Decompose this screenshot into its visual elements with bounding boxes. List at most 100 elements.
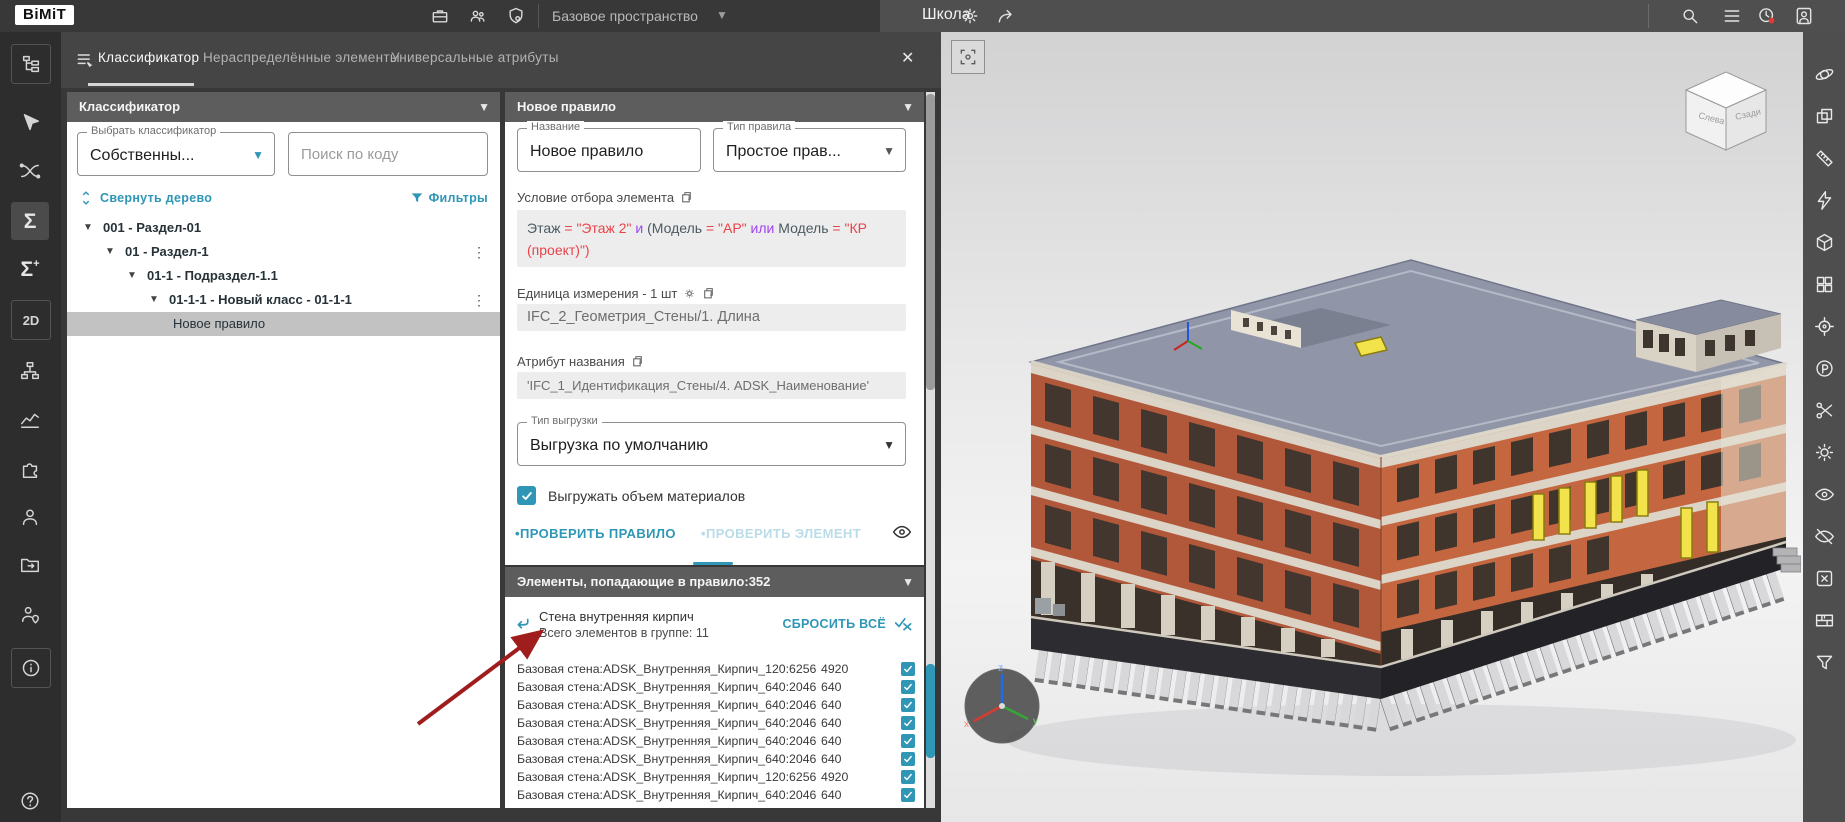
- checkbox-checked[interactable]: [901, 770, 915, 784]
- gear-small-icon[interactable]: [683, 287, 696, 300]
- copy-icon[interactable]: [631, 355, 644, 368]
- checkbox-checked[interactable]: [901, 788, 915, 802]
- model-tree-icon[interactable]: [11, 44, 51, 84]
- search-icon[interactable]: [1680, 6, 1702, 28]
- element-row[interactable]: Базовая стена:ADSK_Внутренняя_Кирпич_640…: [505, 786, 924, 804]
- eye-preview-icon[interactable]: [892, 522, 912, 542]
- viewport-3d[interactable]: Слева Сзади z x y: [941, 32, 1803, 822]
- copy-icon[interactable]: [680, 191, 693, 204]
- cut-icon[interactable]: [1806, 392, 1842, 428]
- section-box-icon[interactable]: [1806, 98, 1842, 134]
- user-icon[interactable]: [11, 498, 49, 536]
- element-row[interactable]: Базовая стена:ADSK_Внутренняя_Кирпич_640…: [505, 714, 924, 732]
- axis-gizmo[interactable]: z x y: [956, 660, 1048, 752]
- tab-universal-attributes[interactable]: Универсальные атрибуты: [391, 50, 559, 65]
- elements-panel-header[interactable]: Элементы, попадающие в правило:352 ▼: [505, 567, 924, 597]
- classifier-panel-header[interactable]: Классификатор ▼: [67, 92, 500, 122]
- element-row[interactable]: Базовая стена:ADSK_Внутренняя_Кирпич_640…: [505, 732, 924, 750]
- attribute-value[interactable]: 'IFC_1_Идентификация_Стены/4. ADSK_Наиме…: [517, 372, 906, 399]
- check-element-button[interactable]: •ПРОВЕРИТЬ ЭЛЕМЕНТ: [701, 526, 861, 541]
- lightning-icon[interactable]: [1806, 182, 1842, 218]
- chevron-down-icon[interactable]: ▼: [105, 240, 115, 264]
- back-arrow-icon[interactable]: [515, 615, 533, 633]
- caret-down-icon[interactable]: ▼: [716, 8, 728, 22]
- tab-unallocated-elements[interactable]: Нераспределённые элементы: [203, 50, 400, 65]
- help-icon[interactable]: [11, 782, 49, 820]
- element-row[interactable]: Базовая стена:ADSK_Внутренняя_Кирпич_640…: [505, 750, 924, 768]
- app-logo[interactable]: BiMiT: [15, 5, 74, 25]
- element-row[interactable]: Базовая стена:ADSK_Внутренняя_Кирпич_640…: [505, 678, 924, 696]
- kebab-icon[interactable]: ⋮: [472, 240, 486, 264]
- cube-icon[interactable]: [1806, 224, 1842, 260]
- panel-menu-icon[interactable]: [75, 50, 97, 72]
- org-chart-icon[interactable]: [11, 352, 49, 390]
- tree-item[interactable]: ▼ 01-1 - Подраздел-1.1: [67, 264, 500, 288]
- building-model[interactable]: [981, 212, 1801, 792]
- briefcase-icon[interactable]: [430, 6, 452, 28]
- workspace-selector[interactable]: Базовое пространство: [552, 8, 698, 24]
- view-cube[interactable]: Слева Сзади: [1676, 62, 1776, 157]
- checkbox-checked[interactable]: [901, 752, 915, 766]
- share-icon[interactable]: [996, 6, 1018, 28]
- chevron-down-icon[interactable]: ▼: [883, 144, 895, 158]
- collapse-tree-button[interactable]: Свернуть дерево: [79, 191, 212, 205]
- grid-icon[interactable]: [1806, 266, 1842, 302]
- copy-icon[interactable]: [702, 287, 715, 300]
- clear-selection-icon[interactable]: [1806, 560, 1842, 596]
- search-input[interactable]: [299, 137, 471, 171]
- reset-all-icon[interactable]: [894, 613, 914, 633]
- sum-rules-icon[interactable]: Σ: [11, 202, 49, 240]
- chevron-down-icon[interactable]: ▼: [127, 264, 137, 288]
- chevron-down-icon[interactable]: ▼: [83, 216, 93, 240]
- eye-icon[interactable]: [1806, 476, 1842, 512]
- checkbox-checked[interactable]: [901, 680, 915, 694]
- filters-button[interactable]: Фильтры: [410, 191, 488, 205]
- menu-list-icon[interactable]: [1722, 6, 1744, 28]
- panel-resize-handle[interactable]: [693, 562, 733, 565]
- notifications-icon[interactable]: [1757, 6, 1779, 28]
- scrollbar-thumb-elements[interactable]: [926, 664, 935, 758]
- element-row[interactable]: Базовая стена:ADSK_Внутренняя_Кирпич_120…: [505, 768, 924, 786]
- sum-add-icon[interactable]: Σ+: [11, 250, 49, 288]
- reset-all-button[interactable]: СБРОСИТЬ ВСЁ: [782, 615, 886, 633]
- shared-folder-icon[interactable]: [11, 546, 49, 584]
- eye-off-icon[interactable]: [1806, 518, 1842, 554]
- ruler-icon[interactable]: [1806, 140, 1842, 176]
- 2d-view-icon[interactable]: 2D: [11, 300, 51, 340]
- wall-icon[interactable]: [1806, 602, 1842, 638]
- unit-value[interactable]: IFC_2_Геометрия_Стены/1. Длина: [517, 304, 906, 331]
- filter-settings-icon[interactable]: [1806, 644, 1842, 680]
- chevron-down-icon[interactable]: ▼: [149, 288, 159, 312]
- export-type-select[interactable]: Тип выгрузки Выгрузка по умолчанию ▼: [517, 422, 906, 466]
- crop-focus-icon[interactable]: [951, 40, 985, 74]
- user-avatar-icon[interactable]: [1794, 6, 1816, 28]
- tree-item[interactable]: ▼ 01-1-1 - Новый класс - 01-1-1 ⋮: [67, 288, 500, 312]
- element-row[interactable]: Базовая стена:ADSK_Внутренняя_Кирпич_640…: [505, 696, 924, 714]
- plan-p-icon[interactable]: [1806, 350, 1842, 386]
- kebab-icon[interactable]: ⋮: [472, 288, 486, 312]
- materials-checkbox-row[interactable]: Выгружать объем материалов: [517, 486, 745, 505]
- plugins-icon[interactable]: [11, 450, 49, 488]
- checkbox-checked[interactable]: [901, 734, 915, 748]
- info-icon[interactable]: [11, 648, 51, 688]
- checkbox-checked[interactable]: [901, 716, 915, 730]
- rule-panel-header[interactable]: Новое правило ▼: [505, 92, 924, 122]
- checkbox-checked[interactable]: [901, 662, 915, 676]
- select-cursor-icon[interactable]: [11, 104, 49, 142]
- check-rule-button[interactable]: •ПРОВЕРИТЬ ПРАВИЛО: [515, 526, 676, 541]
- chevron-down-icon[interactable]: ▼: [478, 92, 490, 122]
- gear-icon[interactable]: [960, 6, 982, 28]
- rule-type-select[interactable]: Тип правила Простое прав... ▼: [713, 128, 906, 172]
- checkbox-checked[interactable]: [517, 486, 536, 505]
- chart-icon[interactable]: [11, 400, 49, 438]
- tab-classifier[interactable]: Классификатор: [98, 50, 199, 65]
- scrollbar-track[interactable]: [926, 92, 935, 808]
- sun-icon[interactable]: [1806, 434, 1842, 470]
- shield-icon[interactable]: [506, 6, 528, 28]
- condition-expression[interactable]: Этаж = "Этаж 2" и (Модель = "АР" или Мод…: [517, 210, 906, 267]
- chevron-down-icon[interactable]: ▼: [902, 567, 914, 597]
- rule-name-field[interactable]: Название Новое правило: [517, 128, 701, 172]
- code-search-field[interactable]: [288, 132, 488, 176]
- chevron-down-icon[interactable]: ▼: [902, 92, 914, 122]
- scrollbar-thumb[interactable]: [926, 94, 935, 390]
